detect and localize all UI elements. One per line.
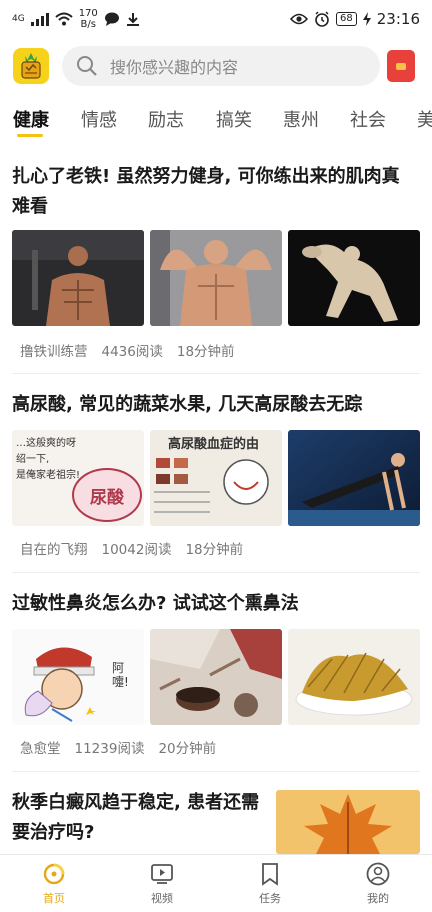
- tab-beauty[interactable]: 美: [417, 106, 432, 132]
- article-thumbnail: [276, 790, 420, 854]
- nav-label: 我的: [367, 892, 389, 905]
- article-reads: 11239阅读: [74, 741, 145, 757]
- download-icon: [126, 13, 139, 26]
- battery-indicator: 68: [336, 12, 357, 26]
- article-card[interactable]: 过敏性鼻炎怎么办? 试试这个熏鼻法 阿嚏! 急愈堂 11239阅读 20分钟前: [0, 589, 432, 769]
- divider: [12, 771, 420, 772]
- nav-label: 任务: [259, 892, 281, 905]
- article-images: [12, 230, 420, 326]
- article-reads: 10042阅读: [101, 542, 172, 558]
- article-thumbnail: 阿嚏!: [12, 629, 144, 725]
- network-type: 4G: [12, 14, 25, 24]
- article-source: 自在的飞翔: [20, 542, 88, 558]
- eye-icon: [290, 13, 309, 25]
- nav-label: 视频: [151, 892, 173, 905]
- home-icon: [43, 863, 65, 885]
- nav-profile[interactable]: 我的: [324, 855, 432, 912]
- article-thumbnail: [12, 230, 144, 326]
- signal-icon: [30, 12, 49, 26]
- article-title: 过敏性鼻炎怎么办? 试试这个熏鼻法: [12, 593, 299, 614]
- article-meta: 急愈堂 11239阅读 20分钟前: [20, 737, 216, 757]
- divider: [12, 373, 420, 374]
- pineapple-icon: [21, 53, 41, 79]
- tab-huizhou[interactable]: 惠州: [283, 106, 319, 132]
- article-card[interactable]: 扎心了老铁! 虽然努力健身, 可你练出来的肌肉真难看 撸铁训练营 4436阅读 …: [0, 160, 432, 372]
- wifi-icon: [55, 12, 73, 26]
- image-caption: 高尿酸血症的由: [168, 437, 260, 452]
- article-title: 高尿酸, 常见的蔬菜水果, 几天高尿酸去无踪: [12, 394, 363, 415]
- article-title: 秋季白癜风趋于稳定, 患者还需要治疗吗?: [12, 792, 260, 843]
- article-card[interactable]: 秋季白癜风趋于稳定, 患者还需要治疗吗?: [0, 786, 432, 854]
- top-header: 搜你感兴趣的内容: [0, 44, 432, 90]
- search-icon: [77, 56, 97, 76]
- article-thumbnail: [150, 230, 282, 326]
- image-caption: 绍一下,: [16, 454, 50, 465]
- article-thumbnail: [288, 230, 420, 326]
- article-time: 18分钟前: [185, 542, 244, 558]
- charging-icon: [362, 12, 371, 26]
- image-caption: 是俺家老祖宗!: [16, 470, 81, 481]
- category-tabs: 健康 情感 励志 搞笑 惠州 社会 美: [0, 100, 432, 140]
- article-thumbnail: [288, 629, 420, 725]
- article-images: …这般爽的呀 绍一下, 是俺家老祖宗! 尿酸 高尿酸血症的由: [12, 430, 420, 526]
- tab-society[interactable]: 社会: [350, 106, 386, 132]
- article-meta: 撸铁训练营 4436阅读 18分钟前: [20, 340, 235, 360]
- article-time: 18分钟前: [176, 344, 235, 360]
- video-icon: [151, 864, 173, 884]
- nav-video[interactable]: 视频: [108, 855, 216, 912]
- article-thumbnail: 高尿酸血症的由: [150, 430, 282, 526]
- article-title: 扎心了老铁! 虽然努力健身, 可你练出来的肌肉真难看: [12, 166, 400, 217]
- article-source: 急愈堂: [20, 741, 61, 757]
- article-reads: 4436阅读: [101, 344, 163, 360]
- message-icon: [104, 12, 119, 26]
- image-caption: …这般爽的呀: [16, 438, 76, 449]
- task-icon: [262, 863, 278, 886]
- nav-home[interactable]: 首页: [0, 855, 108, 912]
- app-logo[interactable]: [13, 48, 49, 84]
- alarm-icon: [315, 11, 329, 27]
- article-thumbnail: …这般爽的呀 绍一下, 是俺家老祖宗! 尿酸: [12, 430, 144, 526]
- bottom-navigation: 首页 视频 任务 我的: [0, 854, 432, 912]
- image-bubble-text: 尿酸: [90, 487, 124, 508]
- article-images: 阿嚏!: [12, 629, 420, 725]
- nav-task[interactable]: 任务: [216, 855, 324, 912]
- article-thumbnail: [150, 629, 282, 725]
- profile-icon: [366, 862, 390, 886]
- tab-inspiration[interactable]: 励志: [148, 106, 184, 132]
- search-placeholder: 搜你感兴趣的内容: [110, 58, 239, 77]
- red-packet-icon: [396, 62, 406, 70]
- status-bar: 4G 170 B/s 68 23:16: [0, 0, 432, 38]
- article-card[interactable]: 高尿酸, 常见的蔬菜水果, 几天高尿酸去无踪 …这般爽的呀 绍一下, 是俺家老祖…: [0, 390, 432, 570]
- search-bar[interactable]: 搜你感兴趣的内容: [62, 46, 380, 86]
- tab-health[interactable]: 健康: [13, 106, 49, 132]
- clock: 23:16: [376, 10, 420, 28]
- article-thumbnail: [288, 430, 420, 526]
- tab-emotion[interactable]: 情感: [81, 106, 117, 132]
- red-packet-button[interactable]: [387, 50, 415, 82]
- nav-label: 首页: [43, 892, 65, 905]
- image-caption: 阿嚏!: [112, 661, 129, 689]
- article-meta: 自在的飞翔 10042阅读 18分钟前: [20, 538, 243, 558]
- article-source: 撸铁训练营: [20, 344, 88, 360]
- active-tab-indicator: [17, 134, 43, 137]
- divider: [12, 572, 420, 573]
- tab-funny[interactable]: 搞笑: [216, 106, 252, 132]
- net-speed: 170 B/s: [78, 8, 98, 30]
- article-time: 20分钟前: [158, 741, 217, 757]
